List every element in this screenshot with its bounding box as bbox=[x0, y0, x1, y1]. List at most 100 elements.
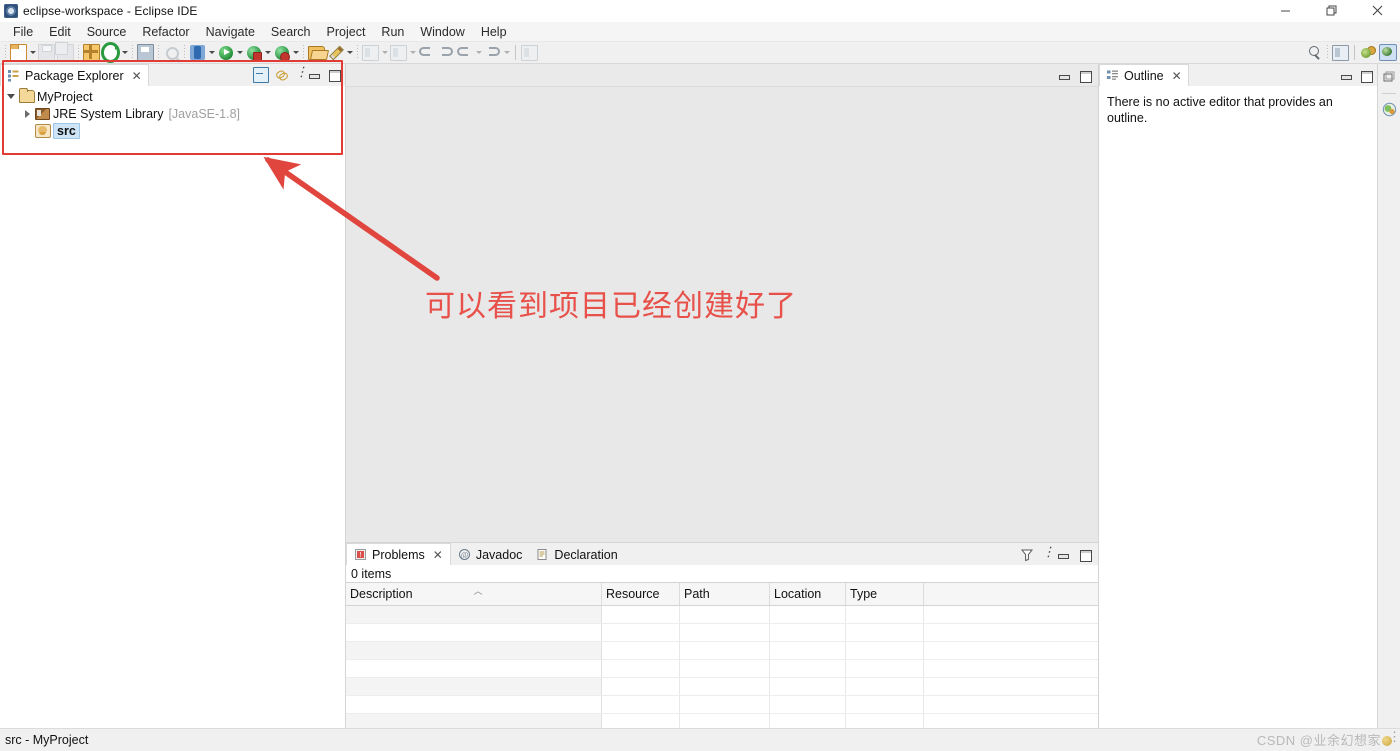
minimize-icon[interactable] bbox=[307, 68, 321, 82]
table-row[interactable] bbox=[346, 642, 1098, 660]
package-explorer-view: Package Explorer ✕ MyProject bbox=[0, 64, 346, 728]
tree-item-src[interactable]: src bbox=[0, 122, 345, 139]
refresh-button[interactable] bbox=[101, 42, 120, 63]
back-button[interactable] bbox=[417, 43, 436, 62]
project-tree[interactable]: MyProject JRE System Library [JavaSE-1.8… bbox=[0, 86, 345, 728]
coverage-dropdown[interactable] bbox=[291, 43, 300, 62]
collapse-all-icon[interactable] bbox=[253, 67, 269, 83]
maximize-icon[interactable] bbox=[1078, 69, 1092, 83]
table-row[interactable] bbox=[346, 714, 1098, 728]
save-all-button[interactable] bbox=[55, 42, 75, 62]
debug-button[interactable] bbox=[188, 43, 207, 62]
next-edit-dropdown[interactable] bbox=[502, 43, 511, 62]
tab-problems[interactable]: ! Problems ✕ bbox=[346, 543, 451, 565]
close-icon[interactable]: ✕ bbox=[129, 70, 142, 82]
view-menu-icon[interactable] bbox=[295, 65, 308, 82]
run-dropdown[interactable] bbox=[235, 43, 244, 62]
forward-button[interactable] bbox=[436, 43, 455, 62]
column-header-type[interactable]: Type bbox=[846, 583, 924, 605]
menu-refactor[interactable]: Refactor bbox=[134, 23, 197, 41]
open-folder-icon bbox=[308, 45, 325, 60]
minimize-icon[interactable] bbox=[1339, 69, 1353, 83]
next-annotation-icon bbox=[362, 44, 379, 61]
run-button[interactable] bbox=[216, 43, 235, 62]
tab-package-explorer[interactable]: Package Explorer ✕ bbox=[0, 64, 149, 86]
column-header-location[interactable]: Location bbox=[770, 583, 846, 605]
debug-dropdown[interactable] bbox=[207, 43, 216, 62]
previous-annotation-button[interactable] bbox=[389, 43, 408, 62]
skip-breakpoints-dropdown[interactable] bbox=[345, 43, 354, 62]
menu-help[interactable]: Help bbox=[473, 23, 515, 41]
tab-outline[interactable]: Outline ✕ bbox=[1099, 64, 1189, 86]
minimize-window-button[interactable] bbox=[1262, 0, 1308, 21]
external-tools-button[interactable] bbox=[244, 43, 263, 62]
external-tools-dropdown[interactable] bbox=[263, 43, 272, 62]
tab-declaration[interactable]: Declaration bbox=[529, 544, 624, 565]
close-icon[interactable]: ✕ bbox=[1169, 70, 1182, 82]
toolbar-group-annotations bbox=[361, 42, 417, 63]
tree-item-myproject[interactable]: MyProject bbox=[0, 88, 345, 105]
toolbar-group-file bbox=[9, 42, 75, 63]
minimize-icon[interactable] bbox=[1056, 548, 1070, 562]
column-header-path[interactable]: Path bbox=[680, 583, 770, 605]
chevron-down-icon[interactable] bbox=[4, 94, 18, 99]
previous-annotation-dropdown[interactable] bbox=[408, 43, 417, 62]
tab-label: Problems bbox=[372, 547, 425, 562]
open-perspective-button[interactable] bbox=[1331, 43, 1350, 62]
new-java-package-button[interactable] bbox=[82, 43, 101, 62]
new-window-button[interactable] bbox=[520, 43, 539, 62]
perspective-java-button[interactable] bbox=[1378, 43, 1397, 62]
toolbar-separator bbox=[184, 45, 185, 60]
restore-window-button[interactable] bbox=[1308, 0, 1354, 21]
next-annotation-button[interactable] bbox=[361, 43, 380, 62]
maximize-icon[interactable] bbox=[327, 68, 341, 82]
table-row[interactable] bbox=[346, 606, 1098, 624]
menu-source[interactable]: Source bbox=[79, 23, 135, 41]
java-perspective-icon[interactable] bbox=[1382, 102, 1397, 117]
refresh-dropdown[interactable] bbox=[120, 43, 129, 62]
editor-tab-row bbox=[346, 64, 1098, 87]
menu-search[interactable]: Search bbox=[263, 23, 319, 41]
table-row[interactable] bbox=[346, 660, 1098, 678]
open-task-button[interactable] bbox=[307, 43, 326, 62]
minimize-icon[interactable] bbox=[1057, 69, 1071, 83]
coverage-button[interactable] bbox=[272, 43, 291, 62]
menu-project[interactable]: Project bbox=[319, 23, 374, 41]
new-wizard-button[interactable] bbox=[9, 43, 28, 62]
print-button[interactable] bbox=[136, 43, 155, 62]
menu-window[interactable]: Window bbox=[412, 23, 472, 41]
menu-navigate[interactable]: Navigate bbox=[198, 23, 263, 41]
close-icon[interactable]: ✕ bbox=[430, 549, 443, 561]
next-annotation-dropdown[interactable] bbox=[380, 43, 389, 62]
table-row[interactable] bbox=[346, 696, 1098, 714]
table-row[interactable] bbox=[346, 678, 1098, 696]
column-header-resource[interactable]: Resource bbox=[602, 583, 680, 605]
tree-item-jre-system-library[interactable]: JRE System Library [JavaSE-1.8] bbox=[0, 105, 345, 122]
view-menu-icon[interactable] bbox=[1042, 545, 1055, 562]
menu-file[interactable]: File bbox=[5, 23, 41, 41]
menu-edit[interactable]: Edit bbox=[41, 23, 79, 41]
restore-bar-icon[interactable] bbox=[1382, 71, 1396, 85]
quick-access-search-button[interactable] bbox=[1305, 43, 1324, 62]
menu-run[interactable]: Run bbox=[373, 23, 412, 41]
next-edit-button[interactable] bbox=[483, 43, 502, 62]
table-body[interactable] bbox=[346, 606, 1098, 728]
table-row[interactable] bbox=[346, 624, 1098, 642]
link-editor-icon[interactable] bbox=[275, 68, 289, 82]
perspective-debug-button[interactable] bbox=[1359, 43, 1378, 62]
previous-edit-button[interactable] bbox=[455, 43, 474, 62]
chevron-right-icon[interactable] bbox=[20, 110, 34, 118]
skip-breakpoints-button[interactable] bbox=[326, 43, 345, 62]
open-type-button[interactable] bbox=[162, 43, 181, 62]
previous-edit-dropdown[interactable] bbox=[474, 43, 483, 62]
maximize-icon[interactable] bbox=[1078, 548, 1092, 562]
column-header-description[interactable]: ︿ Description bbox=[346, 583, 602, 605]
tab-javadoc[interactable]: @ Javadoc bbox=[451, 544, 530, 565]
filter-icon[interactable] bbox=[1020, 548, 1034, 562]
close-window-button[interactable] bbox=[1354, 0, 1400, 21]
empty-editor-canvas[interactable] bbox=[346, 87, 1098, 542]
new-wizard-dropdown[interactable] bbox=[28, 43, 37, 62]
source-folder-icon bbox=[34, 123, 51, 138]
maximize-icon[interactable] bbox=[1359, 69, 1373, 83]
save-button[interactable] bbox=[37, 43, 56, 62]
